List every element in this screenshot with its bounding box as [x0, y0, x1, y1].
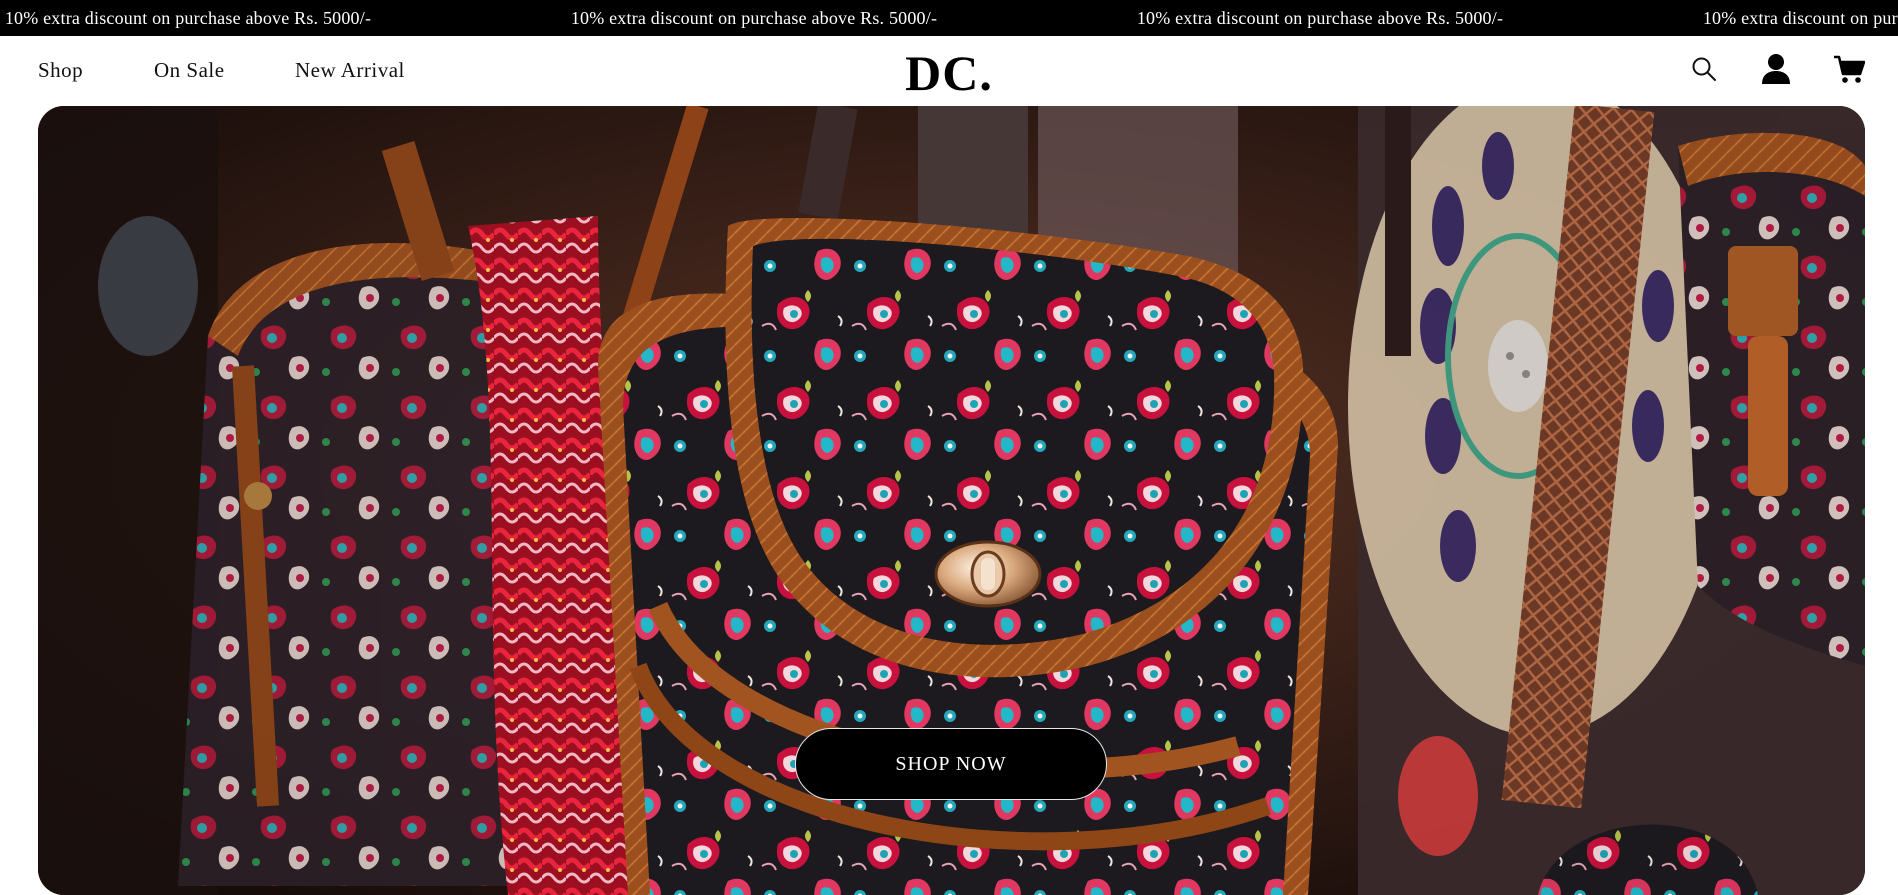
announcement-text: 10% extra discount on purchase above Rs.… — [4, 8, 372, 28]
site-header: Shop On Sale New Arrival DC. — [0, 36, 1898, 106]
cart-icon — [1834, 55, 1865, 83]
nav-link-new-arrival[interactable]: New Arrival — [295, 58, 405, 83]
search-button[interactable] — [1685, 50, 1723, 88]
account-icon — [1762, 54, 1790, 84]
announcement-text: 10% extra discount on purchase above Rs.… — [570, 8, 938, 28]
announcement-text: 10% extra discount on purchase above Rs.… — [1702, 8, 1898, 28]
announcement-track: 10% extra discount on purchase above Rs.… — [0, 0, 1898, 36]
shop-now-button[interactable]: SHOP NOW — [795, 728, 1107, 800]
announcement-text: 10% extra discount on purchase above Rs.… — [1136, 8, 1504, 28]
hero-banner: SHOP NOW — [38, 106, 1865, 895]
announcement-bar: 10% extra discount on purchase above Rs.… — [0, 0, 1898, 36]
account-button[interactable] — [1757, 50, 1795, 88]
nav-link-on-sale[interactable]: On Sale — [154, 58, 225, 83]
cart-button[interactable] — [1830, 50, 1868, 88]
search-icon — [1692, 57, 1716, 81]
site-logo[interactable]: DC. — [905, 45, 993, 101]
site-logo-wrap: DC. — [0, 44, 1898, 102]
nav-link-shop[interactable]: Shop — [38, 58, 83, 83]
